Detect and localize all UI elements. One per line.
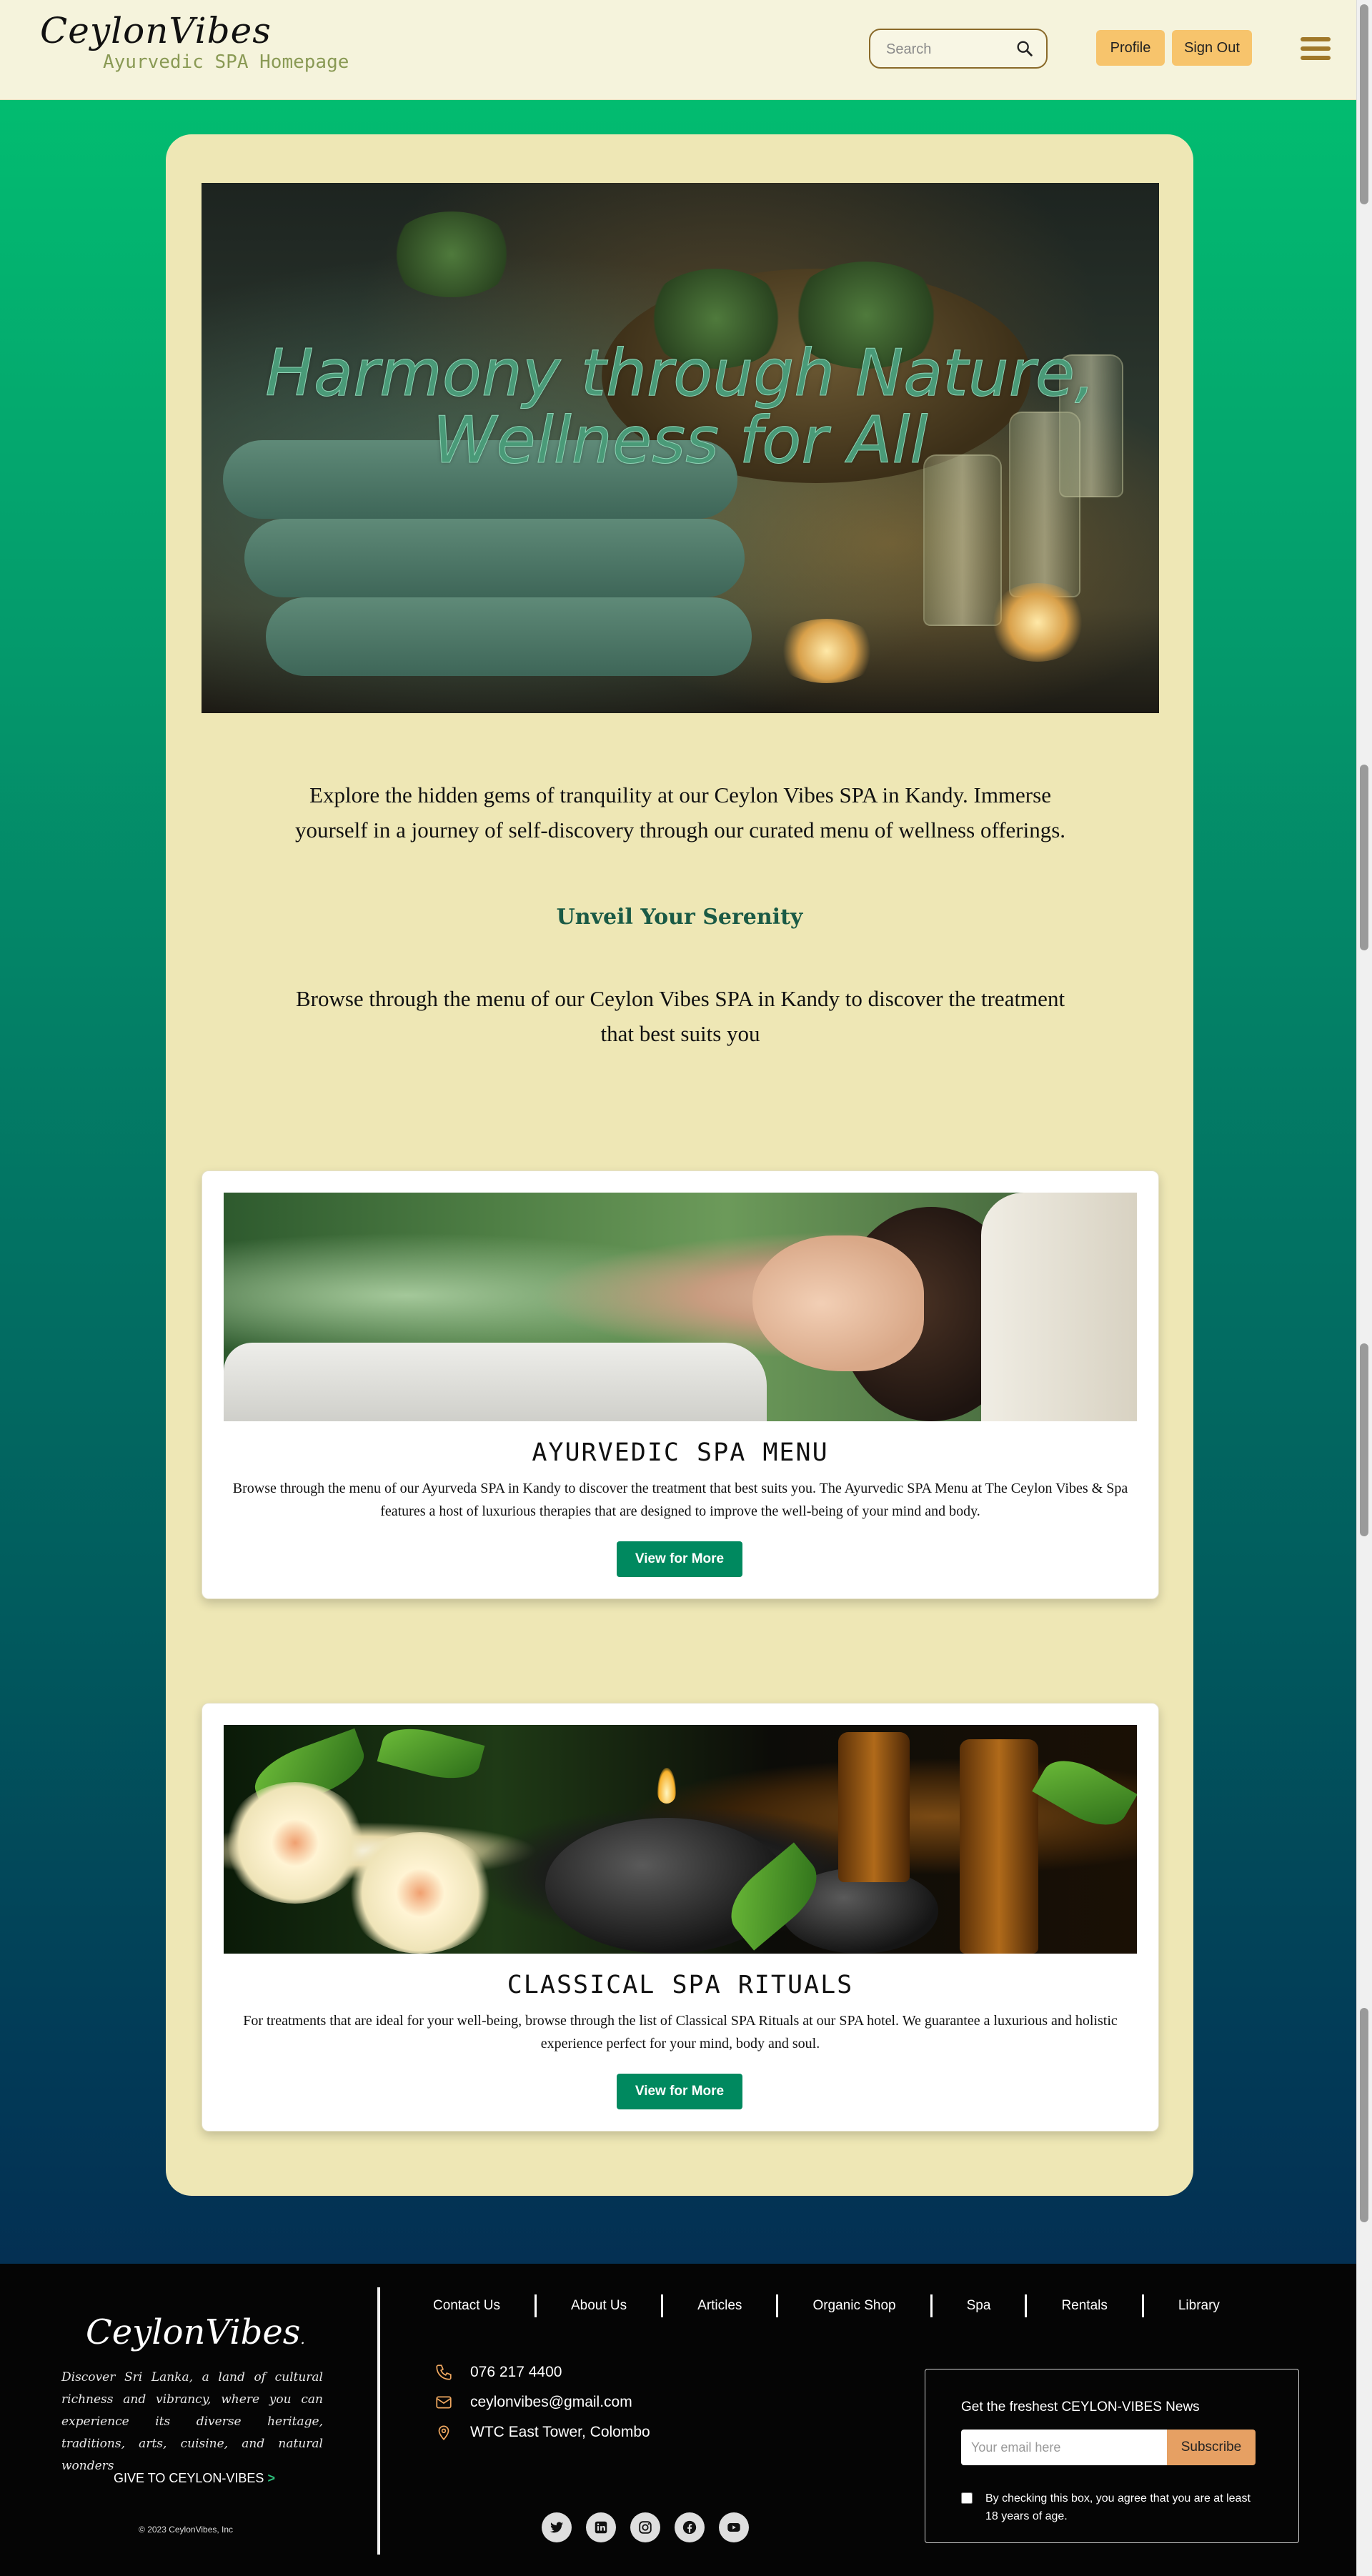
twitter-icon[interactable]	[542, 2512, 572, 2542]
location-pin-icon	[438, 2425, 449, 2441]
subscribe-button[interactable]: Subscribe	[1167, 2430, 1256, 2465]
hero-title: Harmony through Nature, Wellness for All	[265, 336, 1095, 478]
footer-link-shop[interactable]: Organic Shop	[778, 2294, 933, 2317]
newsletter-email-input[interactable]	[961, 2430, 1168, 2465]
page-subtitle: Ayurvedic SPA Homepage	[103, 51, 349, 73]
browse-text: Browse through the menu of our Ceylon Vi…	[295, 986, 1065, 1046]
give-link[interactable]: GIVE TO CEYLON-VIBES >	[110, 2471, 279, 2486]
contact-phone[interactable]: 076 217 4400	[470, 2364, 562, 2381]
search-box[interactable]	[869, 29, 1048, 69]
page-scrollbar[interactable]	[1356, 0, 1372, 2576]
candle-image	[773, 619, 880, 683]
intro-text: Explore the hidden gems of tranquility a…	[294, 782, 1066, 842]
towel-image	[244, 519, 745, 597]
footer-link-about[interactable]: About Us	[537, 2294, 664, 2317]
footer-divider	[377, 2287, 380, 2555]
search-icon[interactable]	[1015, 39, 1035, 59]
candle-image	[988, 583, 1088, 662]
profile-button[interactable]: Profile	[1096, 30, 1165, 66]
card-title: CLASSICAL SPA RITUALS	[507, 1971, 854, 1999]
section-heading: Unveil Your Serenity	[556, 905, 803, 930]
newsletter-title: Get the freshest CEYLON-VIBES News	[961, 2400, 1200, 2415]
footer-link-contact[interactable]: Contact Us	[407, 2294, 537, 2317]
footer-link-library[interactable]: Library	[1144, 2294, 1254, 2317]
hot-stones-image	[224, 1725, 1137, 1954]
social-links	[542, 2512, 749, 2542]
contact-email[interactable]: ceylonvibes@gmail.com	[470, 2394, 632, 2411]
footer-link-articles[interactable]: Articles	[663, 2294, 779, 2317]
sign-out-button[interactable]: Sign Out	[1172, 30, 1252, 66]
contact-address: WTC East Tower, Colombo	[470, 2424, 650, 2440]
footer-contact: 076 217 4400 ceylonvibes@gmail.com WTC E…	[434, 2357, 650, 2447]
footer-link-spa[interactable]: Spa	[933, 2294, 1028, 2317]
massage-image	[224, 1193, 1137, 1421]
site-footer: CeylonVibes. Discover Sri Lanka, a land …	[0, 2264, 1356, 2576]
spa-menu-card: AYURVEDIC SPA MENU Browse through the me…	[202, 1170, 1159, 1599]
bottle-image	[923, 454, 1002, 626]
hamburger-menu-icon[interactable]	[1301, 37, 1331, 63]
linkedin-icon[interactable]	[586, 2512, 616, 2542]
email-icon	[436, 2396, 452, 2409]
footer-logo[interactable]: CeylonVibes.	[86, 2312, 305, 2352]
copyright: © 2023 CeylonVibes, Inc	[139, 2525, 234, 2535]
spa-rituals-card: CLASSICAL SPA RITUALS For treatments tha…	[202, 1703, 1159, 2132]
herb-image	[387, 212, 516, 297]
age-consent-checkbox[interactable]	[961, 2492, 973, 2504]
chevron-right-icon: >	[267, 2471, 275, 2485]
youtube-icon[interactable]	[719, 2512, 749, 2542]
age-consent-label: By checking this box, you agree that you…	[985, 2492, 1251, 2522]
newsletter-box: Get the freshest CEYLON-VIBES News Subsc…	[925, 2369, 1299, 2543]
scroll-thumb[interactable]	[1360, 765, 1368, 950]
search-input[interactable]	[886, 39, 1008, 60]
footer-link-rentals[interactable]: Rentals	[1027, 2294, 1144, 2317]
facebook-icon[interactable]	[675, 2512, 705, 2542]
scroll-thumb[interactable]	[1360, 4, 1368, 204]
card-description: For treatments that are ideal for your w…	[243, 2013, 1118, 2052]
main-content-panel: Harmony through Nature, Wellness for All…	[166, 134, 1193, 2196]
view-more-button[interactable]: View for More	[617, 2074, 742, 2109]
footer-nav: Contact Us About Us Articles Organic Sho…	[407, 2294, 1279, 2318]
phone-icon	[436, 2364, 452, 2380]
card-title: AYURVEDIC SPA MENU	[532, 1438, 829, 1467]
footer-tagline: Discover Sri Lanka, a land of cultural r…	[61, 2370, 323, 2473]
scroll-thumb[interactable]	[1360, 1343, 1368, 1536]
view-more-button[interactable]: View for More	[617, 1541, 742, 1577]
scroll-thumb[interactable]	[1360, 2008, 1368, 2222]
site-logo[interactable]: CeylonVibes	[40, 10, 272, 51]
site-header: CeylonVibes Ayurvedic SPA Homepage Profi…	[0, 0, 1356, 100]
card-description: Browse through the menu of our Ayurveda …	[232, 1481, 1128, 1519]
towel-image	[266, 597, 752, 676]
instagram-icon[interactable]	[630, 2512, 660, 2542]
hero-banner: Harmony through Nature, Wellness for All	[202, 183, 1159, 713]
